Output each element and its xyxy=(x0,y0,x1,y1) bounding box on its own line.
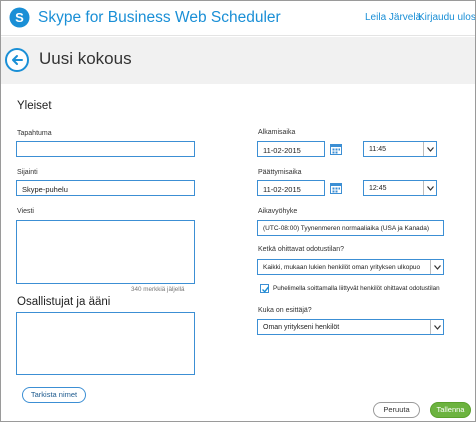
timezone-value: (UTC-08:00) Tyynenmeren normaaliaika (US… xyxy=(263,225,430,232)
participants-textarea[interactable] xyxy=(16,312,195,375)
lobby-bypass-select[interactable]: Kaikki, mukaan lukien henkilöt oman yrit… xyxy=(257,259,444,275)
chevron-down-icon xyxy=(423,181,436,195)
arrow-left-icon xyxy=(12,55,23,65)
lobby-bypass-label: Ketkä ohittavat odotustilan? xyxy=(258,246,345,253)
participants-section-title: Osallistujat ja ääni xyxy=(17,296,111,308)
message-label: Viesti xyxy=(17,208,34,215)
check-names-button[interactable]: Tarkista nimet xyxy=(22,387,86,403)
presenter-select[interactable]: Oman yritykseni henkilöt xyxy=(257,319,444,335)
start-time-value: 11:45 xyxy=(369,146,386,153)
end-time-select[interactable]: 12:45 xyxy=(363,180,437,196)
presenter-value: Oman yritykseni henkilöt xyxy=(263,324,340,331)
end-date-input[interactable]: 11-02-2015 xyxy=(257,180,325,196)
event-label: Tapahtuma xyxy=(17,130,52,137)
page-title: Uusi kokous xyxy=(39,49,132,68)
cancel-button[interactable]: Peruuta xyxy=(373,402,420,418)
start-time-label: Alkamisaika xyxy=(258,129,296,136)
end-time-value: 12:45 xyxy=(369,185,387,192)
event-input[interactable] xyxy=(16,141,195,157)
chars-left-counter: 340 merkkiä jäljellä xyxy=(131,286,185,293)
phone-bypass-label: Puhelimella soittamalla liittyvät henkil… xyxy=(273,285,440,292)
phone-bypass-checkbox[interactable] xyxy=(260,284,270,293)
start-time-select[interactable]: 11:45 xyxy=(363,141,437,157)
lobby-bypass-value: Kaikki, mukaan lukien henkilöt oman yrit… xyxy=(263,264,421,271)
scheduler-window: S Skype for Business Web Scheduler Leila… xyxy=(0,0,476,422)
general-section-title: Yleiset xyxy=(17,100,52,112)
save-button[interactable]: Tallenna xyxy=(430,402,471,418)
top-bar: S Skype for Business Web Scheduler Leila… xyxy=(1,1,475,36)
timezone-select[interactable]: (UTC-08:00) Tyynenmeren normaaliaika (US… xyxy=(257,220,444,236)
sign-out-link[interactable]: Kirjaudu ulos xyxy=(418,12,475,23)
start-date-input[interactable]: 11-02-2015 xyxy=(257,141,325,157)
message-textarea[interactable] xyxy=(16,220,195,284)
chevron-down-icon xyxy=(430,320,443,334)
location-input[interactable]: Skype-puhelu xyxy=(16,180,195,196)
timezone-label: Aikavyöhyke xyxy=(258,208,298,215)
skype-logo-icon: S xyxy=(9,7,30,28)
location-label: Sijainti xyxy=(17,169,38,176)
checkmark-icon xyxy=(262,286,270,293)
svg-text:S: S xyxy=(15,10,24,25)
back-button[interactable] xyxy=(5,48,29,72)
page-header: Uusi kokous xyxy=(1,37,475,84)
calendar-icon[interactable] xyxy=(330,183,342,194)
chevron-down-icon xyxy=(423,142,436,156)
app-title: Skype for Business Web Scheduler xyxy=(38,9,281,26)
user-name-link[interactable]: Leila Järvelä xyxy=(365,12,421,23)
chevron-down-icon xyxy=(430,260,443,274)
presenter-label: Kuka on esittäjä? xyxy=(258,307,312,314)
calendar-icon[interactable] xyxy=(330,144,342,155)
end-time-label: Päättymisaika xyxy=(258,169,302,176)
